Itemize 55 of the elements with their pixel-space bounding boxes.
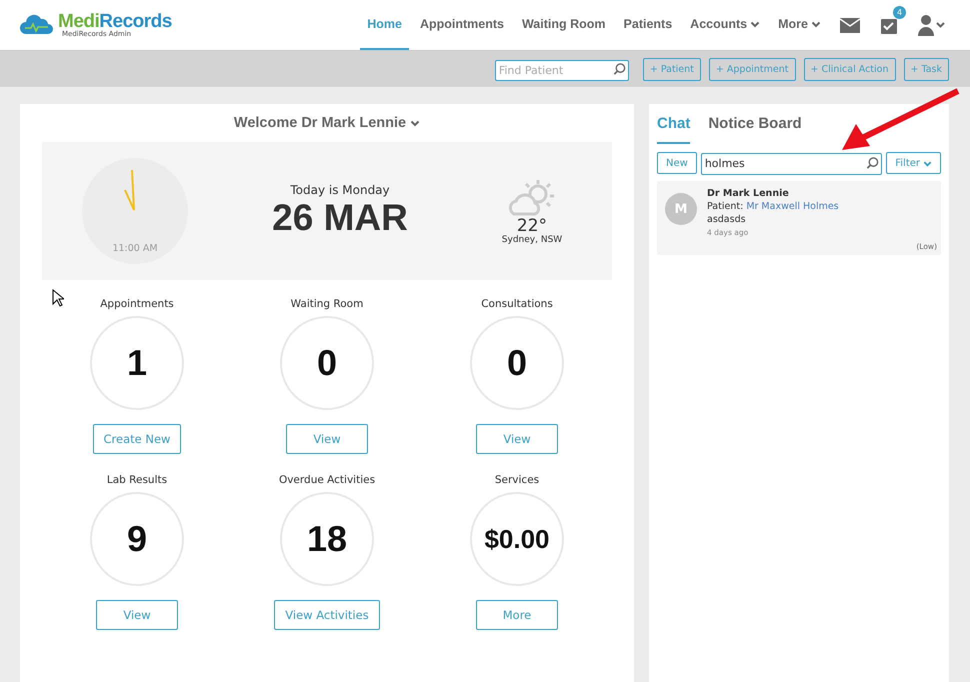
chevron-icon bbox=[923, 158, 932, 168]
nav-tab[interactable]: Accounts bbox=[683, 0, 768, 50]
stat-value: 18 bbox=[306, 518, 348, 560]
stat-value: 1 bbox=[126, 342, 148, 384]
stat-action-button[interactable]: View Activities bbox=[274, 600, 380, 630]
stat-value: 0 bbox=[506, 342, 528, 384]
message-author: Dr Mark Lennie bbox=[707, 187, 790, 200]
quick-add-button[interactable]: + Appointment bbox=[708, 58, 796, 80]
search-icon bbox=[612, 62, 626, 76]
stat-title: Consultations bbox=[481, 298, 553, 310]
filter-button[interactable]: Filter bbox=[886, 152, 941, 174]
brand-name: MediRecords bbox=[58, 12, 172, 31]
stat-title: Services bbox=[494, 474, 540, 486]
new-chat-button[interactable]: New bbox=[657, 152, 697, 174]
stat-action-button[interactable]: Create New bbox=[92, 424, 182, 454]
stat-action-button[interactable]: More bbox=[476, 600, 558, 630]
day-label: Today is Monday bbox=[290, 183, 390, 197]
stat-action-button[interactable]: View bbox=[476, 424, 558, 454]
panel-tab[interactable]: Notice Board bbox=[708, 104, 802, 144]
nav-tab[interactable]: More bbox=[771, 0, 828, 50]
nav-tab[interactable]: Waiting Room bbox=[514, 0, 613, 50]
chat-search-field[interactable]: holmes bbox=[700, 152, 882, 174]
date-text: 26 MAR bbox=[272, 197, 408, 239]
location: Sydney, NSW bbox=[502, 234, 562, 244]
quick-add-button[interactable]: + Task bbox=[904, 58, 949, 80]
stat-value: $0.00 bbox=[484, 524, 550, 554]
quick-add-button[interactable]: + Clinical Action bbox=[804, 58, 896, 80]
stat-title: Overdue Activities bbox=[278, 474, 376, 486]
stat-value: 0 bbox=[316, 342, 338, 384]
avatar: M bbox=[665, 193, 697, 225]
stat-title: Appointments bbox=[100, 298, 174, 310]
patient-link[interactable]: Mr Maxwell Holmes bbox=[746, 201, 839, 212]
chevron-icon bbox=[410, 118, 420, 128]
nav-tab[interactable]: Appointments bbox=[412, 0, 511, 50]
stat-value: 9 bbox=[126, 518, 148, 560]
stat-title: Waiting Room bbox=[290, 298, 364, 310]
quick-add-button[interactable]: + Patient bbox=[642, 58, 701, 80]
tasks-icon[interactable] bbox=[880, 16, 898, 34]
stat-action-button[interactable]: View bbox=[96, 600, 178, 630]
mail-icon[interactable] bbox=[840, 18, 860, 32]
nav-tab[interactable]: Patients bbox=[616, 0, 680, 50]
temperature: 22° bbox=[516, 218, 548, 234]
cloud-logo-icon bbox=[20, 14, 54, 36]
patient-line: Patient: Mr Maxwell Holmes bbox=[707, 200, 839, 213]
find-patient-field[interactable]: Find Patient bbox=[494, 60, 629, 80]
cursor-icon bbox=[52, 289, 64, 307]
clock-time: 11:00 AM bbox=[112, 243, 158, 254]
count-badge: 4 bbox=[893, 6, 906, 19]
stat-title: Lab Results bbox=[106, 474, 168, 486]
message-text: asdasds bbox=[707, 213, 747, 226]
panel-tab[interactable]: Chat bbox=[657, 104, 690, 144]
welcome-title[interactable]: Welcome Dr Mark Lennie bbox=[234, 115, 406, 131]
user-menu-icon[interactable] bbox=[918, 14, 946, 36]
stat-action-button[interactable]: View bbox=[286, 424, 368, 454]
search-icon bbox=[866, 156, 880, 170]
